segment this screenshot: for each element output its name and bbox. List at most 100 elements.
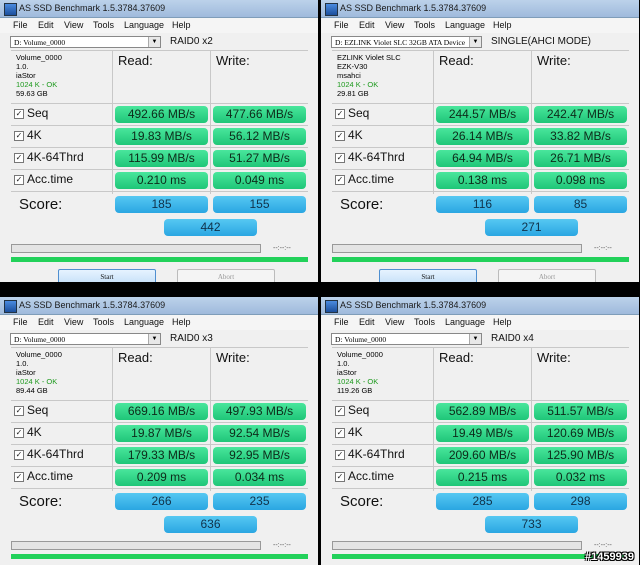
menu-view[interactable]: View	[385, 317, 404, 327]
menu-edit[interactable]: Edit	[359, 20, 375, 30]
acctime-checkbox[interactable]: ✓	[14, 472, 24, 482]
abort-button[interactable]: Abort	[177, 269, 275, 282]
4k-read-value: 19.87 MB/s	[115, 425, 208, 442]
score-label: Score:	[340, 196, 384, 213]
config-label: RAID0 x2	[170, 36, 213, 47]
seq-write-value: 497.93 MB/s	[213, 403, 306, 420]
4k64-read-value: 209.60 MB/s	[436, 447, 529, 464]
menu-tools[interactable]: Tools	[93, 317, 114, 327]
menu-view[interactable]: View	[64, 20, 83, 30]
benchmark-window-raid0-x2: AS SSD Benchmark 1.5.3784.37609 File Edi…	[0, 0, 318, 282]
acctime-checkbox[interactable]: ✓	[335, 472, 345, 482]
row-4k-label: 4K	[27, 425, 42, 439]
row-acctime-label: Acc.time	[27, 469, 74, 483]
drive-select[interactable]: D: Volume_0000 ▼	[331, 333, 482, 345]
acctime-write-value: 0.049 ms	[213, 172, 306, 189]
read-header: Read:	[118, 53, 153, 68]
4k-checkbox[interactable]: ✓	[335, 428, 345, 438]
start-button[interactable]: Start	[379, 269, 477, 282]
drive-select[interactable]: D: EZLINK Violet SLC 32GB ATA Device ▼	[331, 36, 482, 48]
menu-file[interactable]: File	[13, 20, 28, 30]
row-acctime-label: Acc.time	[348, 172, 395, 186]
menu-edit[interactable]: Edit	[38, 317, 54, 327]
menu-help[interactable]: Help	[493, 317, 512, 327]
4k64-checkbox[interactable]: ✓	[14, 153, 24, 163]
row-4k64-label: 4K-64Thrd	[348, 150, 405, 164]
drive-info-alignment: 1024 K - OK	[337, 80, 379, 89]
drive-info: Volume_0000 1.0. iaStor 1024 K - OK 59.6…	[16, 53, 112, 98]
drive-info-size: 119.26 GB	[337, 386, 373, 395]
menu-language[interactable]: Language	[124, 20, 164, 30]
menu-bar: File Edit View Tools Language Help	[321, 315, 639, 330]
app-icon	[325, 3, 338, 16]
drive-select[interactable]: D: Volume_0000 ▼	[10, 36, 161, 48]
acctime-checkbox[interactable]: ✓	[14, 175, 24, 185]
menu-tools[interactable]: Tools	[414, 317, 435, 327]
menu-view[interactable]: View	[64, 317, 83, 327]
progress-bar	[11, 244, 261, 253]
score-label: Score:	[340, 493, 384, 510]
menu-language[interactable]: Language	[445, 317, 485, 327]
row-seq-label: Seq	[348, 403, 370, 417]
seq-read-value: 562.89 MB/s	[436, 403, 529, 420]
seq-checkbox[interactable]: ✓	[14, 109, 24, 119]
start-button[interactable]: Start	[58, 269, 156, 282]
menu-file[interactable]: File	[334, 20, 349, 30]
4k64-write-value: 26.71 MB/s	[534, 150, 627, 167]
row-acctime-label: Acc.time	[348, 469, 395, 483]
menu-language[interactable]: Language	[445, 20, 485, 30]
write-header: Write:	[537, 350, 571, 365]
drive-info-name: Volume_0000	[16, 350, 62, 359]
4k-read-value: 19.83 MB/s	[115, 128, 208, 145]
menu-help[interactable]: Help	[172, 20, 191, 30]
drive-info: Volume_0000 1.0. iaStor 1024 K - OK 119.…	[337, 350, 433, 395]
menu-edit[interactable]: Edit	[359, 317, 375, 327]
drive-info-driver: iaStor	[16, 368, 36, 377]
drive-select-value: D: EZLINK Violet SLC 32GB ATA Device	[335, 38, 466, 47]
seq-checkbox[interactable]: ✓	[14, 406, 24, 416]
score-write: 85	[534, 196, 627, 213]
seq-read-value: 669.16 MB/s	[115, 403, 208, 420]
score-write: 235	[213, 493, 306, 510]
drive-info-name: Volume_0000	[16, 53, 62, 62]
seq-read-value: 492.66 MB/s	[115, 106, 208, 123]
drive-select-value: D: Volume_0000	[335, 335, 387, 344]
score-read: 266	[115, 493, 208, 510]
progress-bar	[11, 541, 261, 550]
drive-info-driver: iaStor	[16, 71, 36, 80]
row-acctime-label: Acc.time	[27, 172, 74, 186]
menu-bar: File Edit View Tools Language Help	[321, 18, 639, 33]
drive-info-firmware: 1.0.	[16, 359, 29, 368]
score-read: 185	[115, 196, 208, 213]
4k-checkbox[interactable]: ✓	[14, 131, 24, 141]
seq-checkbox[interactable]: ✓	[335, 406, 345, 416]
4k64-checkbox[interactable]: ✓	[335, 153, 345, 163]
menu-help[interactable]: Help	[493, 20, 512, 30]
progress-time: --:--:--	[594, 245, 612, 252]
4k-checkbox[interactable]: ✓	[335, 131, 345, 141]
menu-language[interactable]: Language	[124, 317, 164, 327]
menu-file[interactable]: File	[334, 317, 349, 327]
menu-tools[interactable]: Tools	[414, 20, 435, 30]
4k-checkbox[interactable]: ✓	[14, 428, 24, 438]
drive-info-alignment: 1024 K - OK	[16, 80, 58, 89]
menu-help[interactable]: Help	[172, 317, 191, 327]
menu-bar: File Edit View Tools Language Help	[0, 315, 318, 330]
menu-edit[interactable]: Edit	[38, 20, 54, 30]
acctime-checkbox[interactable]: ✓	[335, 175, 345, 185]
window-title: AS SSD Benchmark 1.5.3784.37609	[340, 300, 487, 310]
seq-write-value: 477.66 MB/s	[213, 106, 306, 123]
4k64-checkbox[interactable]: ✓	[335, 450, 345, 460]
drive-select[interactable]: D: Volume_0000 ▼	[10, 333, 161, 345]
menu-tools[interactable]: Tools	[93, 20, 114, 30]
menu-file[interactable]: File	[13, 317, 28, 327]
window-title: AS SSD Benchmark 1.5.3784.37609	[19, 3, 166, 13]
drive-info-size: 59.63 GB	[16, 89, 48, 98]
progress-time: --:--:--	[273, 542, 291, 549]
menu-view[interactable]: View	[385, 20, 404, 30]
row-4k64-label: 4K-64Thrd	[27, 447, 84, 461]
4k64-checkbox[interactable]: ✓	[14, 450, 24, 460]
acctime-write-value: 0.032 ms	[534, 469, 627, 486]
abort-button[interactable]: Abort	[498, 269, 596, 282]
seq-checkbox[interactable]: ✓	[335, 109, 345, 119]
